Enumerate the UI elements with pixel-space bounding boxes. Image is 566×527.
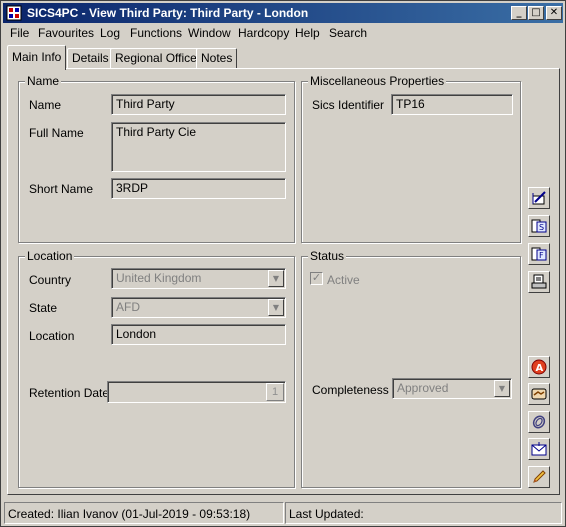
s-document-button[interactable]: S: [528, 215, 550, 237]
close-button[interactable]: ✕: [546, 6, 562, 20]
menu-log[interactable]: Log: [100, 26, 120, 40]
pencil-button[interactable]: [528, 466, 550, 488]
pencil-icon: [533, 470, 546, 483]
sics-identifier-field[interactable]: TP16: [391, 94, 513, 115]
maximize-button[interactable]: □: [528, 6, 544, 20]
envelope-icon: [531, 442, 547, 456]
print-button[interactable]: [528, 271, 550, 293]
name-field[interactable]: Third Party: [111, 94, 286, 115]
window-title: SICS4PC - View Third Party: Third Party …: [27, 6, 309, 20]
handshake-icon: [531, 388, 547, 400]
menu-bar: File Favourites Log Functions Window Har…: [3, 24, 563, 43]
s-document-icon: S: [531, 219, 547, 233]
print-icon: [531, 274, 547, 289]
envelope-button[interactable]: [528, 438, 550, 460]
state-label: State: [29, 301, 58, 315]
menu-help[interactable]: Help: [295, 26, 320, 40]
location-group-title: Location: [25, 249, 75, 263]
created-status: Created: Ilian Ivanov (01-Jul-2019 - 09:…: [4, 502, 284, 524]
edit-icon: [532, 191, 546, 205]
location-label: Location: [29, 329, 75, 343]
status-group: Status: [301, 249, 521, 488]
active-checkbox[interactable]: ✓: [310, 272, 323, 285]
completeness-value: Approved: [397, 381, 449, 395]
name-group-title: Name: [25, 74, 62, 88]
svg-text:F: F: [539, 251, 544, 260]
menu-search[interactable]: Search: [329, 26, 367, 40]
tab-notes[interactable]: Notes: [196, 48, 238, 68]
chevron-down-icon[interactable]: ▼: [268, 270, 284, 287]
status-bar: Created: Ilian Ivanov (01-Jul-2019 - 09:…: [3, 501, 563, 525]
chevron-down-icon[interactable]: ▼: [268, 299, 284, 316]
handshake-button[interactable]: [528, 383, 550, 405]
app-icon: [6, 5, 22, 21]
minimize-button[interactable]: _: [511, 6, 527, 20]
completeness-select[interactable]: Approved ▼: [392, 378, 512, 399]
active-label: Active: [327, 273, 360, 287]
chevron-down-icon[interactable]: ▼: [494, 380, 510, 397]
retention-date-label: Retention Date: [29, 386, 110, 400]
menu-favourites[interactable]: Favourites: [38, 26, 94, 40]
tab-regional-office[interactable]: Regional Office: [110, 48, 202, 68]
full-name-label: Full Name: [29, 126, 84, 140]
tab-main-info[interactable]: Main Info: [7, 45, 67, 70]
state-select[interactable]: AFD ▼: [111, 297, 286, 318]
tab-details[interactable]: Details: [67, 48, 114, 68]
sics-identifier-label: Sics Identifier: [312, 98, 385, 112]
full-name-field[interactable]: Third Party Cie: [111, 122, 286, 172]
location-group: Location: [18, 249, 295, 488]
menu-hardcopy[interactable]: Hardcopy: [238, 26, 289, 40]
paperclip-button[interactable]: [528, 411, 550, 433]
main-window: SICS4PC - View Third Party: Third Party …: [0, 0, 566, 527]
menu-file[interactable]: File: [10, 26, 29, 40]
country-value: United Kingdom: [116, 271, 202, 285]
last-updated-status: Last Updated:: [285, 502, 562, 524]
country-label: Country: [29, 273, 72, 287]
svg-text:A: A: [536, 363, 544, 374]
f-document-button[interactable]: F: [528, 243, 550, 265]
svg-text:S: S: [539, 223, 544, 232]
country-select[interactable]: United Kingdom ▼: [111, 268, 286, 289]
name-label: Name: [29, 98, 62, 112]
f-document-icon: F: [531, 247, 547, 261]
state-value: AFD: [116, 300, 140, 314]
edit-button[interactable]: [528, 187, 550, 209]
location-field[interactable]: London: [111, 324, 286, 345]
short-name-label: Short Name: [29, 182, 94, 196]
a-circle-icon: A: [531, 359, 547, 375]
menu-functions[interactable]: Functions: [130, 26, 182, 40]
completeness-label: Completeness: [312, 383, 389, 397]
status-group-title: Status: [308, 249, 347, 263]
retention-date-field[interactable]: 1: [107, 381, 286, 403]
title-bar[interactable]: SICS4PC - View Third Party: Third Party …: [3, 3, 563, 23]
calendar-icon[interactable]: 1: [266, 383, 284, 401]
a-circle-button[interactable]: A: [528, 356, 550, 378]
short-name-field[interactable]: 3RDP: [111, 178, 286, 199]
misc-group-title: Miscellaneous Properties: [308, 74, 447, 88]
menu-window[interactable]: Window: [188, 26, 231, 40]
paperclip-icon: [532, 415, 546, 429]
